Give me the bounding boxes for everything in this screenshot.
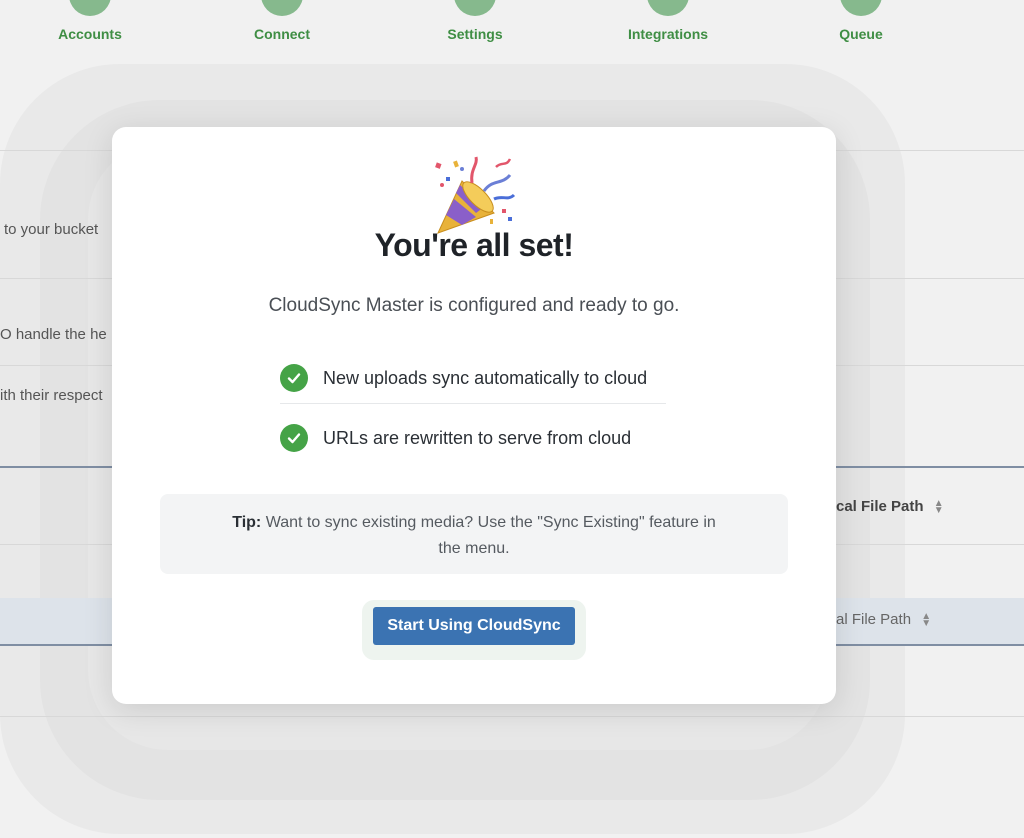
tip-label: Tip: bbox=[232, 514, 262, 531]
background-text: ith their respect bbox=[0, 387, 103, 404]
column-footer-file-path: al File Path ▲ ▼ bbox=[836, 611, 932, 630]
step-settings: Settings bbox=[395, 0, 555, 42]
sort-icon: ▲ ▼ bbox=[933, 498, 944, 517]
column-header-label: cal File Path bbox=[836, 498, 924, 515]
step-label: Accounts bbox=[58, 26, 122, 42]
step-accounts: Accounts bbox=[10, 0, 170, 42]
step-connect: Connect bbox=[202, 0, 362, 42]
feature-text: New uploads sync automatically to cloud bbox=[323, 367, 648, 388]
step-integrations: Integrations bbox=[588, 0, 748, 42]
background-text: to your bucket bbox=[4, 221, 99, 238]
step-queue: Queue bbox=[781, 0, 941, 42]
step-label: Integrations bbox=[627, 26, 709, 42]
tip-text: Want to sync existing media? Use the "Sy… bbox=[265, 514, 716, 557]
setup-complete-modal: You're all set! CloudSync Master is conf… bbox=[112, 127, 836, 704]
step-indicator bbox=[69, 0, 111, 16]
step-label: Settings bbox=[447, 26, 503, 42]
column-header-label: al File Path bbox=[836, 611, 912, 628]
background-divider bbox=[0, 716, 1024, 717]
start-button-focus-ring: Start Using CloudSync bbox=[362, 600, 586, 660]
column-header-file-path: cal File Path ▲ ▼ bbox=[836, 498, 944, 517]
feature-item: URLs are rewritten to serve from cloud bbox=[280, 418, 666, 458]
start-using-button[interactable]: Start Using CloudSync bbox=[373, 607, 575, 645]
feature-divider bbox=[280, 403, 666, 404]
step-indicator bbox=[840, 0, 882, 16]
sort-icon: ▲ ▼ bbox=[921, 611, 932, 630]
step-indicator bbox=[647, 0, 689, 16]
step-indicator bbox=[261, 0, 303, 16]
background-text: O handle the he bbox=[0, 326, 107, 343]
step-label: Connect bbox=[254, 26, 310, 42]
modal-title: You're all set! bbox=[374, 227, 574, 263]
check-circle-icon bbox=[280, 424, 308, 452]
feature-item: New uploads sync automatically to cloud bbox=[280, 358, 666, 398]
tip-box: Tip: Want to sync existing media? Use th… bbox=[160, 494, 788, 574]
step-label: Queue bbox=[839, 26, 883, 42]
modal-subtitle: CloudSync Master is configured and ready… bbox=[268, 295, 680, 316]
check-circle-icon bbox=[280, 364, 308, 392]
feature-text: URLs are rewritten to serve from cloud bbox=[323, 427, 632, 448]
step-indicator bbox=[454, 0, 496, 16]
